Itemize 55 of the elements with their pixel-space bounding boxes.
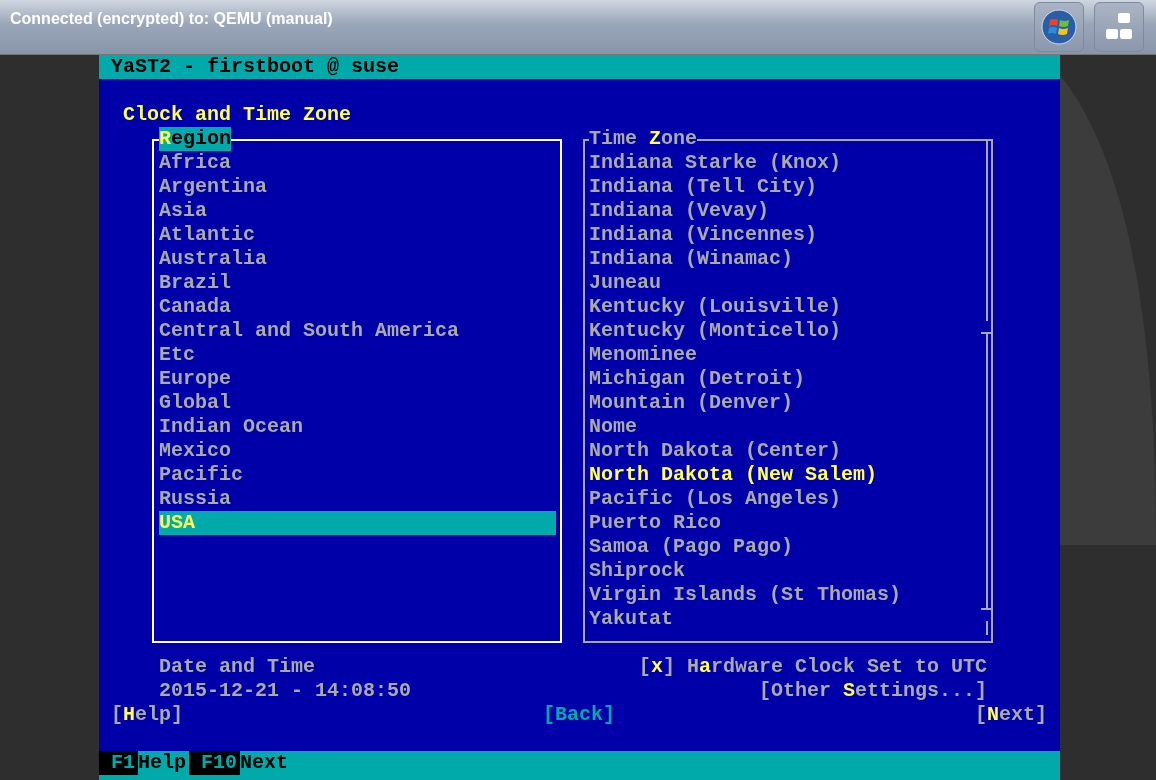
list-item[interactable]: Atlantic	[159, 223, 556, 247]
list-item[interactable]: Shiprock	[589, 559, 987, 583]
list-item[interactable]: Indiana (Vevay)	[589, 199, 987, 223]
list-item[interactable]: Samoa (Pago Pago)	[589, 535, 987, 559]
orb-button[interactable]	[1034, 2, 1084, 52]
dialog-heading: Clock and Time Zone	[122, 103, 352, 127]
list-label: Region	[159, 127, 232, 151]
function-key-label: Next	[240, 751, 290, 775]
list-item[interactable]: Pacific	[159, 463, 556, 487]
list-item[interactable]: North Dakota (New Salem)	[589, 463, 987, 487]
list-item[interactable]: Virgin Islands (St Thomas)	[589, 583, 987, 607]
list-item[interactable]: Indiana (Winamac)	[589, 247, 987, 271]
connection-title: Connected (encrypted) to: QEMU (manual)	[10, 10, 333, 28]
date-time-value: 2015-12-21 - 14:08:50	[159, 679, 412, 703]
list-item[interactable]: Russia	[159, 487, 556, 511]
list-item[interactable]: Canada	[159, 295, 556, 319]
function-key[interactable]: F1	[99, 751, 138, 775]
dialog-button[interactable]: [Back]	[543, 703, 615, 727]
layout-icon	[1104, 12, 1134, 42]
list-item[interactable]: Africa	[159, 151, 556, 175]
time-zone-list[interactable]	[583, 127, 993, 643]
list-item[interactable]: Nome	[589, 415, 987, 439]
function-key[interactable]: F10	[189, 751, 241, 775]
list-item[interactable]: Yakutat	[589, 607, 987, 631]
list-item[interactable]: Menominee	[589, 343, 987, 367]
orb-icon	[1041, 9, 1077, 45]
list-item[interactable]: Etc	[159, 343, 556, 367]
list-item[interactable]: Global	[159, 391, 556, 415]
list-item[interactable]: Central and South America	[159, 319, 556, 343]
list-item[interactable]: Europe	[159, 367, 556, 391]
list-item[interactable]: Australia	[159, 247, 556, 271]
list-item[interactable]: Indian Ocean	[159, 415, 556, 439]
layout-button[interactable]	[1094, 2, 1144, 52]
list-item[interactable]: Indiana (Vincennes)	[589, 223, 987, 247]
terminal-title-bar: YaST2 - firstboot @ suse	[99, 55, 1060, 79]
dialog-button[interactable]: [Help]	[111, 703, 184, 727]
function-key-label: Help	[138, 751, 188, 775]
list-item[interactable]: Mountain (Denver)	[589, 391, 987, 415]
list-item[interactable]: Pacific (Los Angeles)	[589, 487, 987, 511]
list-item[interactable]: Michigan (Detroit)	[589, 367, 987, 391]
other-settings-button[interactable]: [Other Settings...]	[758, 679, 987, 703]
list-item[interactable]: North Dakota (Center)	[589, 439, 987, 463]
hardware-clock-checkbox[interactable]: [x] Hardware Clock Set to UTC	[638, 655, 987, 679]
list-item[interactable]: Indiana Starke (Knox)	[589, 151, 987, 175]
list-item[interactable]: Puerto Rico	[589, 511, 987, 535]
dialog-button[interactable]: [Next]	[974, 703, 1047, 727]
list-item[interactable]: Brazil	[159, 271, 556, 295]
list-item[interactable]: Mexico	[159, 439, 556, 463]
list-item[interactable]: Argentina	[159, 175, 556, 199]
list-item[interactable]: Kentucky (Monticello)	[589, 319, 987, 343]
list-item[interactable]: Asia	[159, 199, 556, 223]
list-item[interactable]: Kentucky (Louisville)	[589, 295, 987, 319]
date-time-label: Date and Time	[159, 655, 316, 679]
list-item[interactable]: Juneau	[589, 271, 987, 295]
list-item[interactable]: Indiana (Tell City)	[589, 175, 987, 199]
